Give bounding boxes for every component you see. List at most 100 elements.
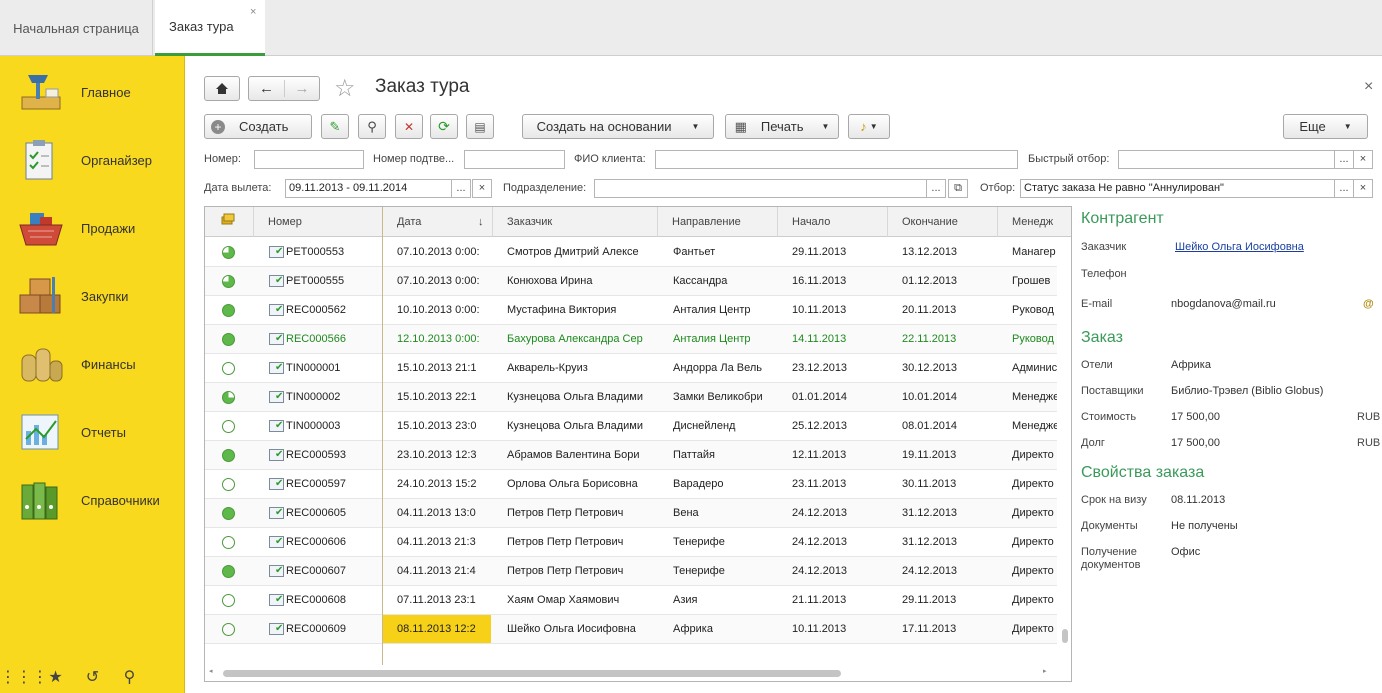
cancel-search-icon: ✕ bbox=[403, 119, 415, 134]
scroll-left-arrow-icon[interactable]: ◂ bbox=[209, 667, 213, 675]
more-button[interactable]: Еще ▼ bbox=[1283, 114, 1368, 139]
table-row[interactable]: REC000609 08.11.2013 12:2 Шейко Ольга Иоси… bbox=[205, 615, 1057, 644]
sidebar-item-references[interactable]: Справочники bbox=[0, 470, 185, 530]
scroll-right-arrow-icon[interactable]: ▸ bbox=[1043, 667, 1047, 675]
sidebar-item-reports[interactable]: Отчеты bbox=[0, 402, 185, 462]
customer-link[interactable]: Шейко Ольга Иосифовна bbox=[1175, 241, 1304, 253]
number-filter-input[interactable] bbox=[254, 150, 364, 169]
quick-filter-input[interactable] bbox=[1118, 150, 1335, 169]
table-row[interactable]: TIN000003 15.10.2013 23:0 Кузнецова Ольга … bbox=[205, 412, 1058, 441]
cell-dir: Азия bbox=[673, 594, 698, 606]
table-row[interactable]: REC000597 24.10.2013 15:2 Орлова Ольга Бор… bbox=[205, 470, 1057, 499]
sidebar-item-organizer[interactable]: Органайзер bbox=[0, 130, 185, 190]
date-filter-input[interactable]: 09.11.2013 - 09.11.2014 bbox=[285, 179, 452, 198]
quick-filter-select-button[interactable]: ... bbox=[1334, 150, 1354, 169]
sidebar-label-finance: Финансы bbox=[81, 356, 136, 372]
client-filter-input[interactable] bbox=[655, 150, 1018, 169]
table-row[interactable]: REC000606 04.11.2013 21:3 Петров Петр Петр… bbox=[205, 528, 1057, 557]
cell-client: Петров Петр Петрович bbox=[507, 536, 624, 548]
close-form-icon[interactable]: × bbox=[1364, 78, 1373, 96]
table-row[interactable]: РЕТ000555 07.10.2013 0:00: Конюхова Ирина К… bbox=[205, 267, 1057, 296]
coins-icon bbox=[16, 341, 66, 387]
cell-date: 15.10.2013 23:0 bbox=[397, 420, 477, 432]
debt-label: Долг bbox=[1081, 437, 1105, 449]
cell-client: Акварель-Круиз bbox=[507, 362, 588, 374]
back-arrow-icon[interactable]: ← bbox=[249, 80, 284, 97]
create-based-button[interactable]: Создать на основании ▼ bbox=[522, 114, 714, 139]
tab-close-icon[interactable]: × bbox=[250, 6, 256, 18]
find-button[interactable]: ⚲ bbox=[358, 114, 386, 139]
division-open-icon[interactable]: ⧉ bbox=[948, 179, 968, 198]
quick-filter-label: Быстрый отбор: bbox=[1028, 153, 1110, 165]
header-number[interactable]: Номер bbox=[254, 207, 383, 237]
selection-filter-select-button[interactable]: ... bbox=[1334, 179, 1354, 198]
create-button[interactable]: + Создать bbox=[204, 114, 312, 139]
horizontal-scroll-thumb[interactable] bbox=[223, 670, 841, 677]
favorite-star-icon[interactable]: ☆ bbox=[334, 74, 356, 103]
pencil-icon: ✎ bbox=[329, 118, 341, 134]
printer-icon: ▦ bbox=[734, 118, 747, 134]
header-status-icon[interactable] bbox=[205, 207, 254, 237]
selection-filter-input[interactable]: Статус заказа Не равно "Аннулирован" bbox=[1020, 179, 1335, 198]
header-direction[interactable]: Направление bbox=[658, 207, 778, 237]
home-button[interactable] bbox=[204, 76, 240, 101]
forward-arrow-icon[interactable]: → bbox=[283, 80, 319, 97]
date-filter-select-button[interactable]: ... bbox=[451, 179, 471, 198]
cell-num: REC000593 bbox=[286, 449, 346, 461]
cell-num: РЕТ000555 bbox=[286, 275, 345, 287]
vertical-scroll-thumb[interactable] bbox=[1062, 629, 1068, 643]
header-customer[interactable]: Заказчик bbox=[493, 207, 658, 237]
confirmation-filter-label: Номер подтве... bbox=[373, 153, 455, 165]
date-filter-clear-button[interactable]: × bbox=[472, 179, 492, 198]
division-filter-label: Подразделение: bbox=[503, 182, 587, 194]
division-filter-input[interactable] bbox=[594, 179, 927, 198]
email-at-icon[interactable]: @ bbox=[1363, 298, 1374, 310]
header-manager[interactable]: Менедж bbox=[998, 207, 1058, 237]
quick-filter-clear-button[interactable]: × bbox=[1353, 150, 1373, 169]
sidebar-item-purchases[interactable]: Закупки bbox=[0, 266, 185, 326]
refresh-button[interactable]: ⟳ bbox=[430, 114, 458, 139]
horizontal-scrollbar[interactable]: ◂ ▸ bbox=[205, 665, 1057, 681]
print-button[interactable]: ▦ Печать ▼ bbox=[725, 114, 839, 139]
selection-filter-clear-button[interactable]: × bbox=[1353, 179, 1373, 198]
document-posted-icon bbox=[269, 391, 284, 403]
tab-home-page[interactable]: Начальная страница bbox=[0, 0, 153, 56]
hotels-label: Отели bbox=[1081, 359, 1113, 371]
favorites-star-icon[interactable]: ★ bbox=[37, 667, 74, 687]
order-status-icon bbox=[222, 362, 235, 375]
table-row[interactable]: REC000607 04.11.2013 21:4 Петров Петр Петр… bbox=[205, 557, 1057, 586]
apps-grid-icon[interactable]: ⋮⋮⋮ bbox=[0, 667, 48, 687]
division-filter-select-button[interactable]: ... bbox=[926, 179, 946, 198]
sidebar-item-main[interactable]: Главное bbox=[0, 62, 185, 122]
sidebar-label-organizer: Органайзер bbox=[81, 152, 152, 168]
table-row[interactable]: REC000593 23.10.2013 12:3 Абрамов Валентин… bbox=[205, 441, 1057, 470]
search-icon[interactable]: ⚲ bbox=[111, 667, 148, 687]
cell-mgr: Директо bbox=[1012, 565, 1054, 577]
cell-start: 01.01.2014 bbox=[792, 391, 848, 403]
table-row[interactable]: REC000566 12.10.2013 0:00: Бахурова Алекса… bbox=[205, 325, 1057, 354]
cancel-search-button[interactable]: ✕ bbox=[395, 114, 423, 139]
header-end[interactable]: Окончание bbox=[888, 207, 998, 237]
cell-start: 16.11.2013 bbox=[792, 275, 847, 287]
header-date[interactable]: Дата ↓ bbox=[383, 207, 493, 237]
notification-button[interactable]: ♪ ▼ bbox=[848, 114, 890, 139]
table-row[interactable]: TIN000001 15.10.2013 21:1 Акварель-Круиз Ан… bbox=[205, 354, 1057, 383]
table-row[interactable]: REC000608 07.11.2013 23:1 Хаям Омар Хаямов… bbox=[205, 586, 1057, 615]
tab-tour-order[interactable]: Заказ тура bbox=[155, 0, 265, 56]
cell-start: 10.11.2013 bbox=[792, 623, 847, 635]
table-row[interactable]: REC000605 04.11.2013 13:0 Петров Петр Петр… bbox=[205, 499, 1057, 528]
table-row[interactable]: REC000562 10.10.2013 0:00: Мустафина Викто… bbox=[205, 296, 1057, 325]
chevron-down-icon: ▼ bbox=[1343, 122, 1352, 131]
header-start[interactable]: Начало bbox=[778, 207, 888, 237]
sidebar-item-sales[interactable]: Продажи bbox=[0, 198, 185, 258]
print-list-button[interactable]: ▤ bbox=[466, 114, 494, 139]
cell-dir: Тенерифе bbox=[673, 536, 725, 548]
history-icon[interactable]: ↺ bbox=[74, 667, 111, 687]
table-row[interactable]: РЕТ000553 07.10.2013 0:00: Смотров Дмитрий… bbox=[205, 238, 1057, 267]
edit-button[interactable]: ✎ bbox=[321, 114, 349, 139]
vertical-scrollbar[interactable] bbox=[1057, 237, 1071, 665]
confirmation-filter-input[interactable] bbox=[464, 150, 565, 169]
sidebar-label-sales: Продажи bbox=[81, 220, 136, 236]
table-row[interactable]: TIN000002 15.10.2013 22:1 Кузнецова Ольга … bbox=[205, 383, 1058, 412]
sidebar-item-finance[interactable]: Финансы bbox=[0, 334, 185, 394]
